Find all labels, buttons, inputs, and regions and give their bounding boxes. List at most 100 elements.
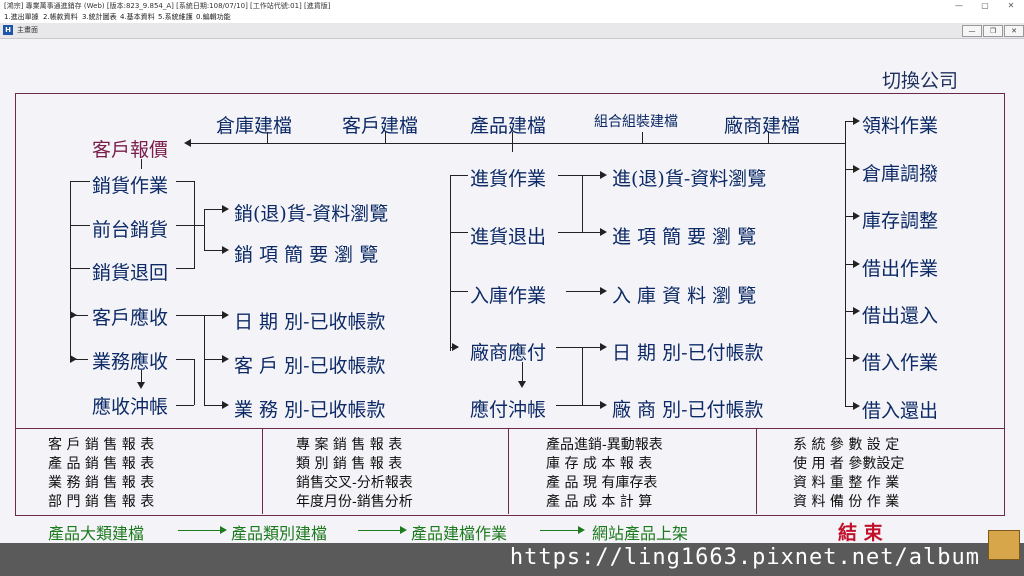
warehouse-transfer-button[interactable]: 倉庫調撥 bbox=[862, 159, 938, 186]
purchase-browse-button[interactable]: 進(退)貨-資料瀏覽 bbox=[612, 164, 766, 191]
report-product-cost[interactable]: 產 品 成 本 計 算 bbox=[546, 491, 652, 511]
borrow-in-button[interactable]: 借入作業 bbox=[862, 348, 938, 375]
purchase-summary-browse-button[interactable]: 進 項 簡 要 瀏 覽 bbox=[612, 222, 756, 249]
connector bbox=[176, 359, 194, 360]
customer-quote-button[interactable]: 客戶報價 bbox=[92, 135, 168, 162]
connector bbox=[204, 250, 224, 251]
sub-restore-button[interactable]: ❐ bbox=[983, 25, 1003, 37]
report-sales-cross[interactable]: 銷售交叉-分析報表 bbox=[296, 472, 413, 492]
sales-browse-button[interactable]: 銷(退)貨-資料瀏覽 bbox=[234, 199, 388, 226]
purchase-spine bbox=[450, 175, 451, 351]
arrow-right-icon bbox=[222, 355, 229, 363]
connector bbox=[267, 132, 268, 143]
sales-entry-button[interactable]: 銷貨作業 bbox=[92, 171, 168, 198]
menu-item-charts[interactable]: 3.統計圖表 bbox=[82, 12, 117, 23]
main-canvas: 切換公司 倉庫建檔 客戶建檔 產品建檔 組合組裝建檔 廠商建檔 客戶報價 銷貨作… bbox=[0, 39, 1024, 545]
paid-by-vendor-button[interactable]: 廠 商 別-已付帳款 bbox=[612, 395, 764, 422]
report-product-movement[interactable]: 產品進銷-異動報表 bbox=[546, 434, 663, 454]
main-screen-label: 主畫面 bbox=[17, 26, 38, 34]
menu-item-accounts[interactable]: 2.帳款資料 bbox=[43, 12, 78, 23]
data-backup-button[interactable]: 資 料 備 份 作 業 bbox=[793, 491, 899, 511]
lend-out-button[interactable]: 借出作業 bbox=[862, 254, 938, 281]
connector bbox=[556, 347, 582, 348]
connector bbox=[70, 315, 88, 316]
data-rebuild-button[interactable]: 資 料 重 整 作 業 bbox=[793, 472, 899, 492]
connector bbox=[558, 232, 582, 233]
vendor-setup-button[interactable]: 廠商建檔 bbox=[724, 111, 800, 138]
arrow-down-icon bbox=[518, 381, 526, 388]
product-major-category-button[interactable]: 產品大類建檔 bbox=[48, 520, 144, 544]
borrow-return-button[interactable]: 借入還出 bbox=[862, 396, 938, 423]
menu-item-system[interactable]: 5.系統維護 bbox=[158, 12, 193, 23]
corner-app-icon[interactable] bbox=[988, 530, 1020, 560]
report-product-sales[interactable]: 產 品 銷 售 報 表 bbox=[48, 453, 154, 473]
sales-rep-receivable-button[interactable]: 業務應收 bbox=[92, 347, 168, 374]
menu-bar: 1.進出單據 2.帳款資料 3.統計圖表 4.基本資料 5.系統維護 0.編輯功… bbox=[0, 12, 1024, 23]
connector bbox=[556, 405, 582, 406]
user-parameters-button[interactable]: 使 用 者 參數設定 bbox=[793, 453, 904, 473]
stock-adjust-button[interactable]: 庫存調整 bbox=[862, 206, 938, 233]
sales-summary-browse-button[interactable]: 銷 項 簡 要 瀏 覽 bbox=[234, 240, 378, 267]
report-yearly-monthly[interactable]: 年度月份-銷售分析 bbox=[296, 491, 413, 511]
minimize-button[interactable]: — bbox=[950, 0, 968, 12]
connector bbox=[582, 347, 602, 348]
paid-by-date-button[interactable]: 日 期 別-已付帳款 bbox=[612, 338, 764, 365]
report-customer-sales[interactable]: 客 戶 銷 售 報 表 bbox=[48, 434, 154, 454]
connector bbox=[176, 225, 194, 226]
report-inventory-cost[interactable]: 庫 存 成 本 報 表 bbox=[546, 453, 652, 473]
menu-item-documents[interactable]: 1.進出單據 bbox=[4, 12, 39, 23]
customer-receivable-button[interactable]: 客戶應收 bbox=[92, 303, 168, 330]
received-by-customer-button[interactable]: 客 戶 別-已收帳款 bbox=[234, 351, 386, 378]
connector bbox=[204, 315, 205, 405]
connector bbox=[642, 132, 643, 143]
maximize-button[interactable]: ▢ bbox=[976, 0, 994, 12]
assembly-setup-button[interactable]: 組合組裝建檔 bbox=[594, 111, 678, 131]
arrow-right-icon bbox=[578, 526, 585, 534]
connector bbox=[176, 315, 204, 316]
product-category-button[interactable]: 產品類別建檔 bbox=[231, 520, 327, 544]
exit-button[interactable]: 結 束 bbox=[838, 518, 883, 545]
stock-in-button[interactable]: 入庫作業 bbox=[470, 281, 546, 308]
report-rep-sales[interactable]: 業 務 銷 售 報 表 bbox=[48, 472, 154, 492]
product-setup-button[interactable]: 產品建檔 bbox=[470, 111, 546, 138]
lend-return-button[interactable]: 借出還入 bbox=[862, 301, 938, 328]
connector bbox=[582, 405, 602, 406]
arrow-right-icon bbox=[600, 287, 607, 295]
customer-setup-button[interactable]: 客戶建檔 bbox=[342, 111, 418, 138]
arrow-right-icon bbox=[600, 228, 607, 236]
close-button[interactable]: ✕ bbox=[1002, 0, 1020, 12]
report-category-sales[interactable]: 類 別 銷 售 報 表 bbox=[296, 453, 402, 473]
report-dept-sales[interactable]: 部 門 銷 售 報 表 bbox=[48, 491, 154, 511]
pos-sales-button[interactable]: 前台銷貨 bbox=[92, 215, 168, 242]
report-project-sales[interactable]: 專 案 銷 售 報 表 bbox=[296, 434, 402, 454]
connector bbox=[178, 530, 222, 531]
product-setup-flow-button[interactable]: 產品建檔作業 bbox=[411, 520, 507, 544]
connector bbox=[512, 143, 513, 152]
menu-item-basic-data[interactable]: 4.基本資料 bbox=[120, 12, 155, 23]
material-issue-button[interactable]: 領料作業 bbox=[862, 111, 938, 138]
report-current-stock[interactable]: 產 品 現 有庫存表 bbox=[546, 472, 657, 492]
connector bbox=[70, 268, 90, 269]
switch-company-button[interactable]: 切換公司 bbox=[882, 66, 958, 93]
watermark-url: https://ling1663.pixnet.net/album bbox=[509, 545, 980, 570]
stock-in-browse-button[interactable]: 入 庫 資 料 瀏 覽 bbox=[612, 281, 756, 308]
arrow-left-icon bbox=[184, 139, 191, 147]
web-product-listing-button[interactable]: 網站產品上架 bbox=[592, 520, 688, 544]
warehouse-setup-button[interactable]: 倉庫建檔 bbox=[216, 111, 292, 138]
payable-writeoff-button[interactable]: 應付沖帳 bbox=[470, 395, 546, 422]
receivable-writeoff-button[interactable]: 應收沖帳 bbox=[92, 392, 168, 419]
sub-close-button[interactable]: ✕ bbox=[1004, 25, 1024, 37]
purchase-entry-button[interactable]: 進貨作業 bbox=[470, 164, 546, 191]
sub-minimize-button[interactable]: — bbox=[962, 25, 982, 37]
connector bbox=[204, 359, 224, 360]
received-by-date-button[interactable]: 日 期 別-已收帳款 bbox=[234, 307, 386, 334]
sales-return-button[interactable]: 銷貨退回 bbox=[92, 258, 168, 285]
connector bbox=[204, 405, 224, 406]
connector bbox=[582, 232, 602, 233]
menu-item-edit[interactable]: 0.編輯功能 bbox=[196, 12, 231, 23]
vendor-payable-button[interactable]: 廠商應付 bbox=[470, 338, 546, 365]
received-by-rep-button[interactable]: 業 務 別-已收帳款 bbox=[234, 395, 386, 422]
purchase-return-button[interactable]: 進貨退出 bbox=[470, 222, 546, 249]
system-parameters-button[interactable]: 系 統 參 數 設 定 bbox=[793, 434, 899, 454]
top-connector bbox=[190, 143, 845, 144]
